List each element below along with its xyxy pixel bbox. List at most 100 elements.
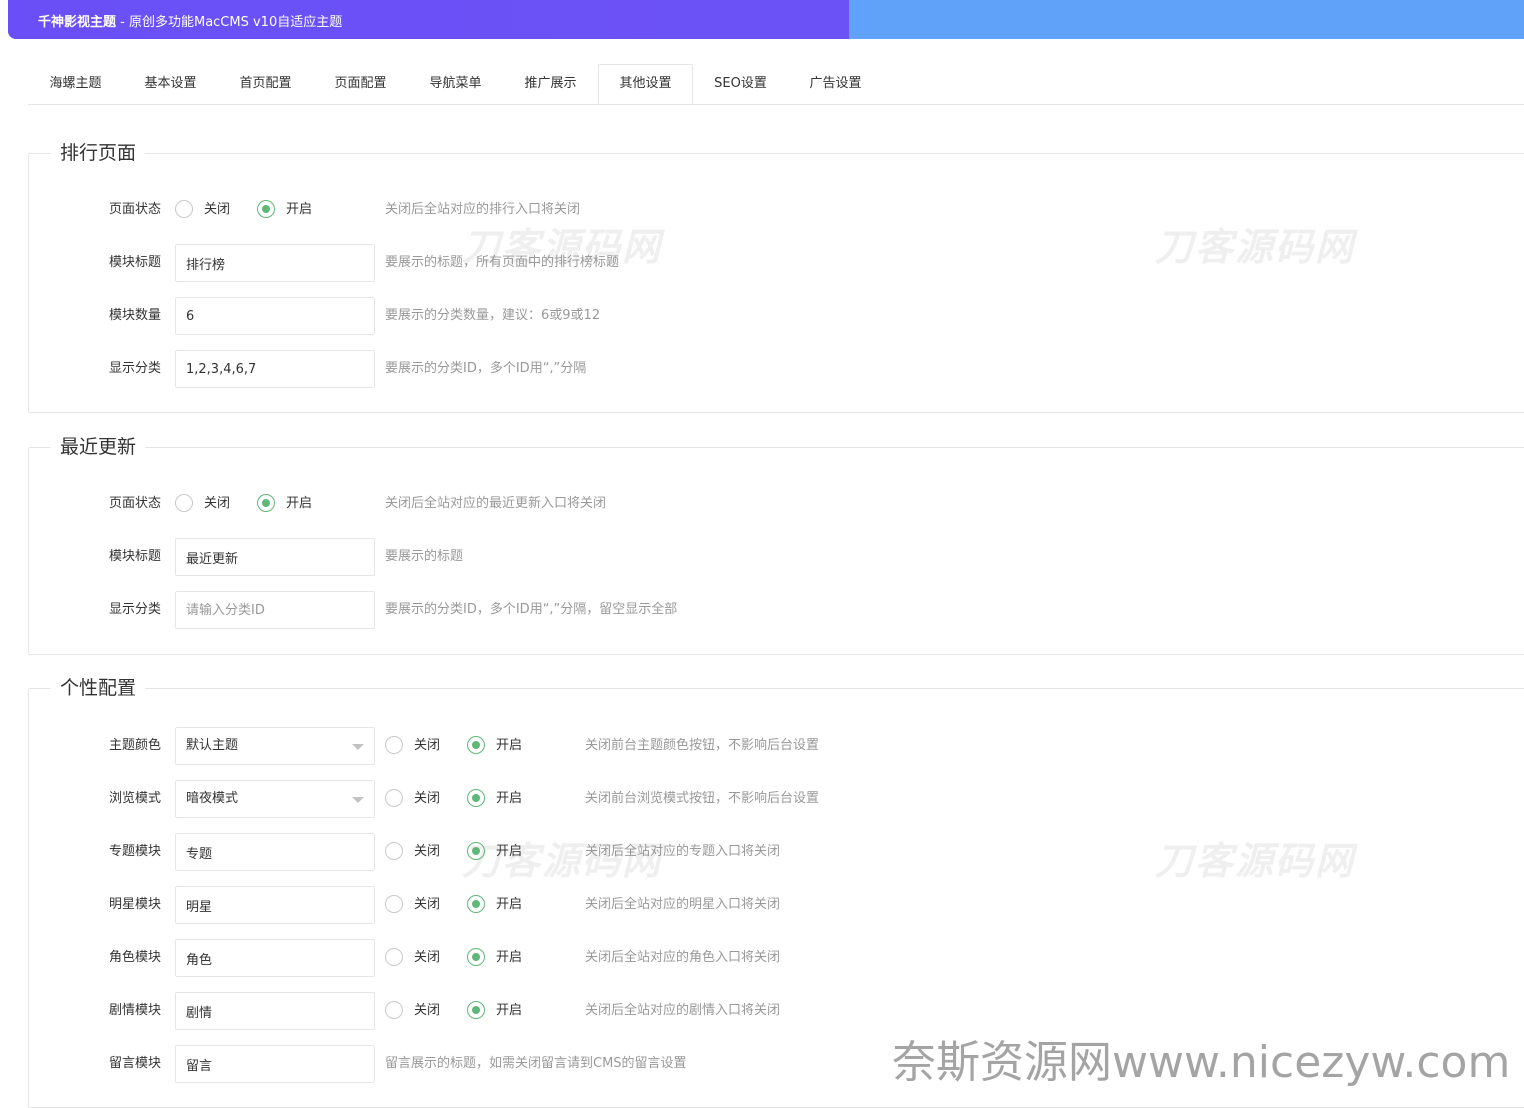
radio-label: 关闭 [414, 897, 441, 912]
plot-input[interactable] [175, 992, 375, 1030]
plot-row: 剧情模块 关闭 开启 关闭后全站对应的剧情入口将关闭 [29, 992, 1524, 1030]
recent-title-label: 模块标题 [108, 549, 161, 564]
brand-subtitle: - 原创多功能MacCMS v10自适应主题 [116, 15, 343, 30]
tab-hailuo-theme[interactable]: 海螺主题 [28, 64, 123, 104]
browse-mode-row: 浏览模式 暗夜模式 关闭 开启 关闭前台浏览模式按钮，不影响后台设置 [29, 780, 1524, 818]
recent-categories-label: 显示分类 [108, 602, 161, 617]
tab-promotion[interactable]: 推广展示 [503, 64, 598, 104]
page-title: 千神影视主题 - 原创多功能MacCMS v10自适应主题 [38, 11, 342, 30]
recent-section: 最近更新 页面状态 关闭 开启 关闭后全站对应的最近更新入口将关闭 模块标题 要… [28, 435, 1524, 655]
radio-circle [385, 842, 403, 860]
radio-label: 关闭 [414, 844, 441, 859]
radio-label: 开启 [286, 202, 313, 217]
topic-input[interactable] [175, 833, 375, 871]
plot-hint: 关闭后全站对应的剧情入口将关闭 [585, 1003, 781, 1018]
ranking-title-input[interactable] [175, 244, 375, 282]
recent-title-input[interactable] [175, 538, 375, 576]
radio-circle [385, 895, 403, 913]
radio-label: 开启 [496, 950, 523, 965]
message-hint: 留言展示的标题，如需关闭留言请到CMS的留言设置 [385, 1056, 687, 1071]
radio-circle [467, 736, 485, 754]
radio-label: 开启 [496, 844, 523, 859]
radio-label: 关闭 [414, 791, 441, 806]
theme-color-row: 主题颜色 默认主题 关闭 开启 关闭前台主题颜色按钮，不影响后台设置 [29, 727, 1524, 765]
tab-home-config[interactable]: 首页配置 [218, 64, 313, 104]
radio-circle [467, 842, 485, 860]
chevron-down-icon [352, 744, 364, 750]
radio-circle [467, 948, 485, 966]
radio-circle [175, 200, 193, 218]
radio-circle [467, 1001, 485, 1019]
tab-seo-settings[interactable]: SEO设置 [693, 64, 788, 104]
theme-color-label: 主题颜色 [108, 738, 161, 753]
tab-page-config[interactable]: 页面配置 [313, 64, 408, 104]
radio-circle [385, 948, 403, 966]
tab-ad-settings[interactable]: 广告设置 [788, 64, 883, 104]
message-input[interactable] [175, 1045, 375, 1083]
star-input[interactable] [175, 886, 375, 924]
personal-section: 个性配置 主题颜色 默认主题 关闭 开启 关闭前台主题颜色按钮，不影响后台设置 … [28, 676, 1524, 1108]
tab-basic-settings[interactable]: 基本设置 [123, 64, 218, 104]
tab-other-settings[interactable]: 其他设置 [598, 64, 693, 104]
personal-section-title: 个性配置 [51, 676, 146, 700]
role-row: 角色模块 关闭 开启 关闭后全站对应的角色入口将关闭 [29, 939, 1524, 977]
radio-label: 开启 [496, 791, 523, 806]
theme-color-select[interactable]: 默认主题 [175, 727, 375, 765]
brand-name: 千神影视主题 [38, 15, 117, 30]
ranking-categories-input[interactable] [175, 350, 375, 388]
star-row: 明星模块 关闭 开启 关闭后全站对应的明星入口将关闭 [29, 886, 1524, 924]
star-label: 明星模块 [108, 897, 161, 912]
radio-label: 关闭 [414, 1003, 441, 1018]
tab-nav-menu[interactable]: 导航菜单 [408, 64, 503, 104]
topic-hint: 关闭后全站对应的专题入口将关闭 [585, 844, 781, 859]
ranking-categories-row: 显示分类 要展示的分类ID，多个ID用“,”分隔 [29, 350, 1524, 388]
browse-mode-hint: 关闭前台浏览模式按钮，不影响后台设置 [585, 791, 820, 806]
ranking-count-row: 模块数量 要展示的分类数量，建议：6或9或12 [29, 297, 1524, 335]
radio-circle [385, 789, 403, 807]
theme-color-select-value: 默认主题 [186, 738, 239, 753]
header-banner: 千神影视主题 - 原创多功能MacCMS v10自适应主题 [8, 0, 1524, 39]
recent-section-title: 最近更新 [51, 435, 146, 459]
ranking-count-label: 模块数量 [108, 308, 161, 323]
radio-circle [385, 736, 403, 754]
recent-status-row: 页面状态 关闭 开启 关闭后全站对应的最近更新入口将关闭 [29, 485, 1524, 523]
topic-row: 专题模块 关闭 开启 关闭后全站对应的专题入口将关闭 [29, 833, 1524, 871]
ranking-title-hint: 要展示的标题，所有页面中的排行榜标题 [385, 255, 620, 270]
topic-label: 专题模块 [108, 844, 161, 859]
radio-circle [385, 1001, 403, 1019]
radio-circle [257, 494, 275, 512]
role-input[interactable] [175, 939, 375, 977]
recent-status-label: 页面状态 [108, 496, 161, 511]
ranking-title-row: 模块标题 要展示的标题，所有页面中的排行榜标题 [29, 244, 1524, 282]
browse-mode-select[interactable]: 暗夜模式 [175, 780, 375, 818]
radio-label: 关闭 [414, 738, 441, 753]
ranking-section-title: 排行页面 [51, 141, 146, 165]
radio-label: 关闭 [204, 202, 231, 217]
radio-label: 关闭 [204, 496, 231, 511]
radio-label: 开启 [496, 1003, 523, 1018]
role-hint: 关闭后全站对应的角色入口将关闭 [585, 950, 781, 965]
browse-mode-label: 浏览模式 [108, 791, 161, 806]
role-label: 角色模块 [108, 950, 161, 965]
plot-label: 剧情模块 [108, 1003, 161, 1018]
ranking-status-row: 页面状态 关闭 开启 关闭后全站对应的排行入口将关闭 [29, 191, 1524, 229]
settings-tabs: 海螺主题 基本设置 首页配置 页面配置 导航菜单 推广展示 其他设置 SEO设置… [28, 64, 1524, 105]
radio-label: 开启 [496, 738, 523, 753]
ranking-count-hint: 要展示的分类数量，建议：6或9或12 [385, 308, 601, 323]
theme-color-hint: 关闭前台主题颜色按钮，不影响后台设置 [585, 738, 820, 753]
radio-circle [257, 200, 275, 218]
ranking-status-hint: 关闭后全站对应的排行入口将关闭 [385, 202, 581, 217]
radio-circle [467, 895, 485, 913]
ranking-categories-label: 显示分类 [108, 361, 161, 376]
browse-mode-select-value: 暗夜模式 [186, 791, 239, 806]
ranking-categories-hint: 要展示的分类ID，多个ID用“,”分隔 [385, 361, 587, 376]
chevron-down-icon [352, 797, 364, 803]
recent-title-hint: 要展示的标题 [385, 549, 464, 564]
radio-label: 开启 [286, 496, 313, 511]
ranking-section: 排行页面 页面状态 关闭 开启 关闭后全站对应的排行入口将关闭 模块标题 要展示… [28, 141, 1524, 413]
radio-label: 开启 [496, 897, 523, 912]
recent-status-hint: 关闭后全站对应的最近更新入口将关闭 [385, 496, 607, 511]
recent-categories-input[interactable] [175, 591, 375, 629]
message-label: 留言模块 [108, 1056, 161, 1071]
ranking-count-input[interactable] [175, 297, 375, 335]
